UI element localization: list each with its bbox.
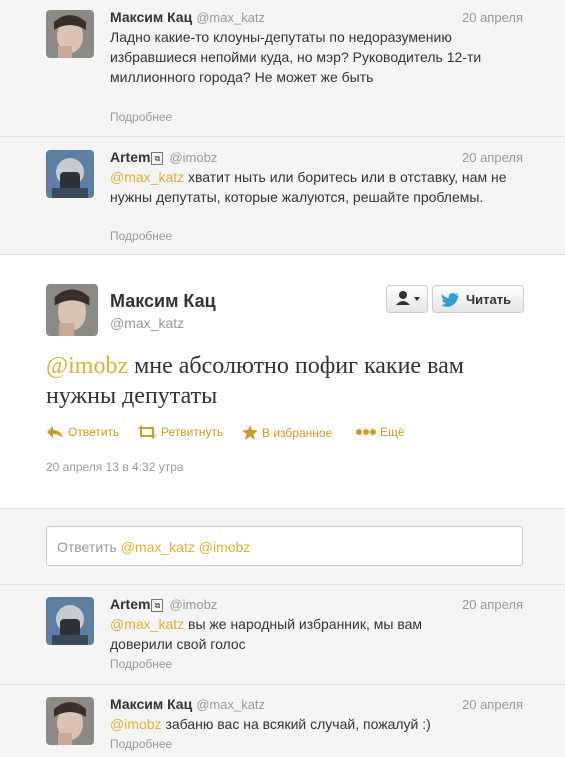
details-link[interactable]: Подробнее: [110, 657, 172, 671]
divider: [0, 508, 565, 509]
main-tweet: Максим Кац @max_katz Читать @imobz мне а…: [0, 255, 565, 508]
tweet-date[interactable]: 20 апреля: [462, 150, 523, 165]
author-name[interactable]: Artem: [110, 149, 150, 165]
avatar[interactable]: [46, 150, 94, 198]
mention-link[interactable]: @max_katz: [110, 616, 184, 632]
tweet-timestamp[interactable]: 20 апреля 13 в 4:32 утра: [46, 460, 184, 474]
twitter-bird-icon: [441, 293, 459, 307]
author-handle[interactable]: @max_katz: [196, 697, 265, 712]
divider: [0, 584, 565, 585]
author-name[interactable]: Максим Кац: [110, 9, 192, 25]
follow-button[interactable]: Читать: [432, 285, 524, 313]
retweet-icon: [138, 425, 156, 439]
avatar[interactable]: [46, 10, 94, 58]
avatar[interactable]: [46, 697, 94, 745]
more-dots-icon: [356, 429, 376, 435]
tweet-date[interactable]: 20 апреля: [462, 697, 523, 712]
mention-link[interactable]: @max_katz: [110, 169, 184, 185]
user-menu-button[interactable]: [386, 285, 428, 313]
divider: [0, 136, 565, 137]
favorite-action[interactable]: В избранное: [242, 425, 332, 440]
reply-icon: [47, 426, 63, 438]
avatar[interactable]: [46, 597, 94, 645]
star-icon: [242, 425, 258, 440]
divider: [0, 684, 565, 685]
author-handle[interactable]: @max_katz: [110, 315, 184, 331]
retweet-action[interactable]: Ретвитнуть: [137, 425, 223, 439]
mention-link[interactable]: @imobz: [110, 716, 162, 732]
tweet-text: Ладно какие-то клоуны-депутаты по недора…: [110, 29, 482, 85]
author-handle[interactable]: @imobz: [169, 150, 217, 165]
tweet-date[interactable]: 20 апреля: [462, 597, 523, 612]
details-link[interactable]: Подробнее: [110, 737, 172, 751]
mention-link[interactable]: @imobz: [46, 353, 128, 379]
author-name[interactable]: Максим Кац: [110, 696, 192, 712]
verified-icon: ⧉: [151, 599, 164, 612]
author-handle[interactable]: @imobz: [169, 597, 217, 612]
author-name[interactable]: Artem: [110, 596, 150, 612]
details-link[interactable]: Подробнее: [110, 110, 172, 124]
tweet-text: @imobz забаню вас на всякий случай, пожа…: [110, 716, 431, 732]
reply-input[interactable]: Ответить @max_katz @imobz: [46, 526, 523, 566]
author-handle[interactable]: @max_katz: [196, 10, 265, 25]
details-link[interactable]: Подробнее: [110, 229, 172, 243]
tweet-date[interactable]: 20 апреля: [462, 10, 523, 25]
verified-icon: ⧉: [151, 152, 164, 165]
reply-action[interactable]: Ответить: [46, 425, 119, 439]
follow-label: Читать: [466, 292, 512, 307]
more-action[interactable]: Ещё: [356, 425, 405, 439]
author-name[interactable]: Максим Кац: [110, 291, 216, 312]
tweet-text: @max_katz хватит ныть или боритесь или в…: [110, 169, 507, 205]
tweet-text: @max_katz вы же народный избранник, мы в…: [110, 616, 423, 652]
avatar[interactable]: [46, 284, 98, 336]
person-icon: [396, 291, 420, 305]
main-tweet-text: @imobz мне абсолютно пофиг какие вам нуж…: [46, 353, 464, 409]
